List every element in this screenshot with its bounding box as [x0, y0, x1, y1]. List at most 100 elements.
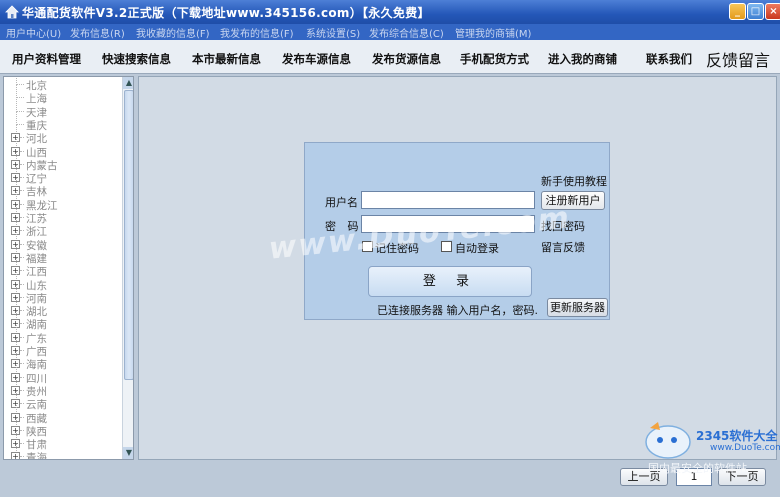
- tree-line: [20, 177, 24, 179]
- scroll-thumb[interactable]: [124, 90, 133, 380]
- region-item[interactable]: + 海南: [4, 351, 122, 371]
- menu-settings[interactable]: 系统设置(S): [306, 25, 360, 40]
- region-item[interactable]: 天津: [4, 98, 122, 119]
- region-item[interactable]: + 安徽: [4, 231, 122, 252]
- toolbar-search[interactable]: 快速搜索信息: [102, 51, 171, 67]
- tree-line: [20, 150, 24, 152]
- tree-line: [20, 376, 24, 378]
- toolbar-post-vehicle[interactable]: 发布车源信息: [282, 51, 351, 67]
- region-list: 北京 上海 天津 重庆 + 河北 + 山西 + 内蒙古 + 辽宁 + 吉林 + 黑龙江 + 江苏 + 浙江 + 安徽 + 福建…: [3, 76, 134, 460]
- tree-line: [20, 283, 24, 285]
- update-server-button[interactable]: 更新服务器: [547, 298, 608, 317]
- region-item[interactable]: + 内蒙古: [4, 151, 122, 172]
- minimize-icon: _: [735, 6, 740, 17]
- help-link[interactable]: 新手使用教程: [541, 173, 607, 189]
- scroll-up-icon[interactable]: ▲: [123, 77, 133, 89]
- region-item[interactable]: + 山西: [4, 138, 122, 159]
- region-item[interactable]: + 山东: [4, 271, 122, 292]
- toolbar-feedback[interactable]: 反馈留言: [706, 47, 770, 71]
- region-item[interactable]: + 吉林: [4, 178, 122, 198]
- tree-line: [20, 230, 24, 232]
- tree-line: [20, 203, 24, 205]
- tree-line: [20, 190, 24, 192]
- tree-line: [20, 336, 24, 338]
- window-title: 华通配货软件V3.2正式版（下载地址www.345156.com）【永久免费】: [22, 6, 430, 20]
- login-button[interactable]: 登 录: [368, 266, 532, 297]
- region-item[interactable]: + 河北: [4, 125, 122, 145]
- region-item[interactable]: + 云南: [4, 391, 122, 411]
- region-item[interactable]: 重庆: [4, 111, 122, 132]
- region-item[interactable]: + 福建: [4, 244, 122, 265]
- region-item[interactable]: + 黑龙江: [4, 191, 122, 212]
- logo-brand: 2345软件大全: [696, 429, 778, 443]
- tree-line: [20, 217, 24, 218]
- tree-line: [16, 110, 24, 112]
- mascot-icon: [645, 422, 691, 459]
- region-label: 青海: [26, 452, 47, 460]
- menu-favorites[interactable]: 我收藏的信息(F): [136, 25, 210, 40]
- region-item[interactable]: + 陕西: [4, 417, 122, 438]
- region-item[interactable]: + 广东: [4, 324, 122, 345]
- region-item[interactable]: + 贵州: [4, 377, 122, 398]
- app-icon: [5, 5, 19, 19]
- region-scrollbar[interactable]: ▲ ▼: [122, 77, 133, 459]
- toolbar-my-shop[interactable]: 进入我的商铺: [548, 51, 617, 67]
- tree-line: [20, 456, 24, 458]
- tree-line: [20, 243, 24, 245]
- region-item[interactable]: + 青海: [4, 444, 122, 460]
- tree-line: [20, 429, 24, 431]
- menu-shop[interactable]: 管理我的商铺(M): [455, 25, 531, 40]
- tree-line: [16, 123, 24, 125]
- region-item[interactable]: 北京: [4, 77, 122, 92]
- menu-bar: 用户中心(U) 发布信息(R) 我收藏的信息(F) 我发布的信息(F) 系统设置…: [0, 24, 780, 40]
- region-item[interactable]: + 浙江: [4, 218, 122, 238]
- maximize-icon: □: [750, 6, 761, 17]
- menu-publish[interactable]: 发布信息(R): [70, 25, 125, 40]
- region-item[interactable]: + 西藏: [4, 404, 122, 425]
- tree-line: [20, 310, 24, 312]
- logo-slogan: 国内最安全的软件站: [648, 462, 747, 475]
- region-item[interactable]: + 江西: [4, 258, 122, 278]
- toolbar-contact[interactable]: 联系我们: [646, 51, 692, 67]
- region-item[interactable]: + 甘肃: [4, 431, 122, 451]
- tree-line: [20, 389, 24, 391]
- tree-line: [20, 270, 24, 272]
- scroll-down-icon[interactable]: ▼: [123, 447, 133, 459]
- toolbar-local-latest[interactable]: 本市最新信息: [192, 51, 261, 67]
- region-item[interactable]: + 广西: [4, 338, 122, 358]
- region-item[interactable]: + 湖北: [4, 298, 122, 318]
- toolbar: 用户资料管理 快速搜索信息 本市最新信息 发布车源信息 发布货源信息 手机配货方…: [0, 40, 780, 74]
- menu-my-posts[interactable]: 我发布的信息(F): [220, 25, 294, 40]
- toolbar-profile[interactable]: 用户资料管理: [12, 51, 81, 67]
- tree-line: [20, 350, 24, 351]
- tree-line: [20, 416, 24, 418]
- tree-line: [20, 363, 24, 365]
- tree-line: [16, 84, 24, 85]
- expand-icon[interactable]: +: [11, 452, 20, 459]
- feedback-link[interactable]: 留言反馈: [541, 239, 585, 255]
- region-item[interactable]: + 辽宁: [4, 165, 122, 185]
- region-item[interactable]: + 江苏: [4, 205, 122, 225]
- minimize-button[interactable]: _: [729, 3, 746, 20]
- tree-line: [20, 163, 24, 165]
- region-item[interactable]: + 河南: [4, 284, 122, 305]
- region-item[interactable]: + 四川: [4, 364, 122, 385]
- username-label: 用户名: [325, 196, 358, 209]
- tree-line: [16, 97, 24, 99]
- tree-line: [20, 323, 24, 325]
- tree-line: [20, 256, 24, 258]
- tree-line: [20, 443, 24, 445]
- logo-url: www.DuoTe.com: [710, 443, 780, 453]
- menu-general-post[interactable]: 发布综合信息(C): [369, 25, 444, 40]
- tree-line: [20, 403, 24, 405]
- region-item[interactable]: + 湖南: [4, 311, 122, 331]
- menu-user-center[interactable]: 用户中心(U): [6, 25, 61, 40]
- maximize-button[interactable]: □: [747, 3, 764, 20]
- title-bar: 华通配货软件V3.2正式版（下载地址www.345156.com）【永久免费】 …: [0, 0, 780, 24]
- tree-line: [20, 296, 24, 298]
- close-button[interactable]: ×: [765, 3, 780, 20]
- toolbar-post-cargo[interactable]: 发布货源信息: [372, 51, 441, 67]
- toolbar-mobile[interactable]: 手机配货方式: [460, 51, 529, 67]
- tree-line: [20, 137, 24, 139]
- region-item[interactable]: 上海: [4, 85, 122, 105]
